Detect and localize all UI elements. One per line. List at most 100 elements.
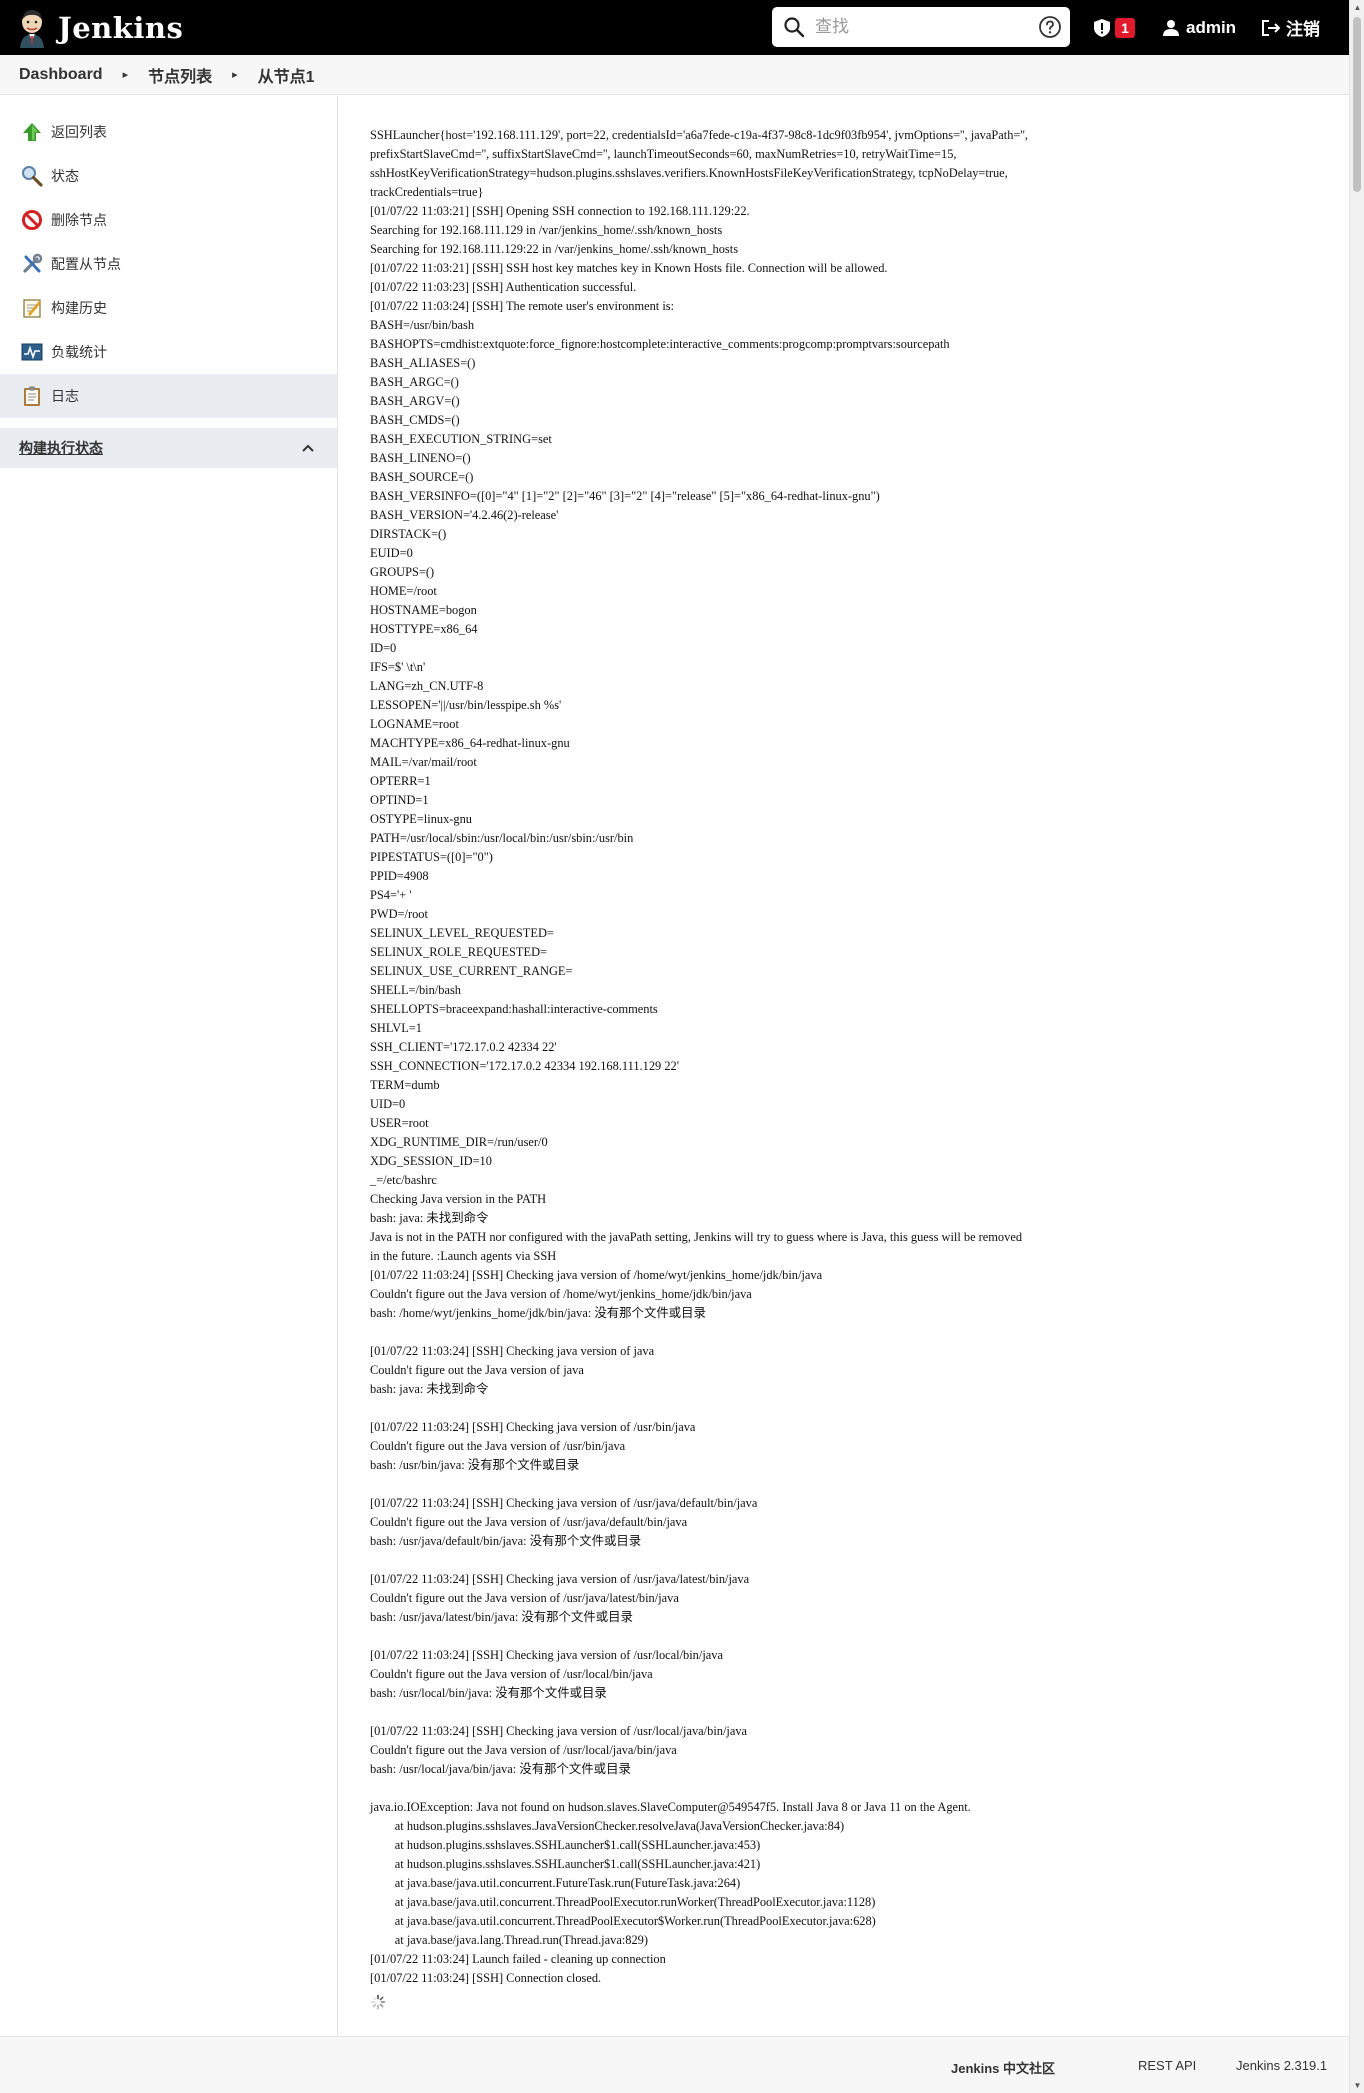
- console-line: TERM=dumb: [370, 1078, 440, 1092]
- search-input[interactable]: [815, 17, 1025, 37]
- console-line: IFS=$' \t\n': [370, 660, 426, 674]
- executor-status-pane-header[interactable]: 构建执行状态: [0, 428, 337, 468]
- sidebar-item-label: 日志: [51, 388, 79, 404]
- sidebar-item-status[interactable]: 状态: [0, 154, 337, 198]
- console-line: bash: /usr/java/latest/bin/java: 没有那个文件或…: [370, 1610, 633, 1624]
- console-line: UID=0: [370, 1097, 406, 1111]
- console-line: BASH_CMDS=(): [370, 413, 460, 427]
- console-line: SHELL=/bin/bash: [370, 983, 461, 997]
- console-line: Couldn't figure out the Java version of …: [370, 1287, 752, 1301]
- security-alerts-button[interactable]: 1: [1093, 0, 1135, 55]
- jenkins-logo[interactable]: Jenkins: [16, 8, 183, 48]
- console-line: [01/07/22 11:03:21] [SSH] Opening SSH co…: [370, 204, 750, 218]
- scroll-down-arrow-icon[interactable]: ▼: [1350, 2078, 1364, 2093]
- console-line: [01/07/22 11:03:23] [SSH] Authentication…: [370, 280, 637, 294]
- console-line: BASH_ALIASES=(): [370, 356, 476, 370]
- sidebar-task-list: 返回列表 状态 删除节点 配置从节点 构建历史 负载统计 日志: [0, 110, 337, 418]
- sidebar: 返回列表 状态 删除节点 配置从节点 构建历史 负载统计 日志 构建执行状态: [0, 96, 338, 2036]
- breadcrumb-current-node[interactable]: 从节点1: [258, 63, 315, 87]
- logout-label: 注销: [1286, 20, 1320, 39]
- chevron-right-icon: ▸: [232, 69, 238, 81]
- sidebar-item-configure-node[interactable]: 配置从节点: [0, 242, 337, 286]
- console-line: LOGNAME=root: [370, 717, 459, 731]
- console-line: Checking Java version in the PATH: [370, 1192, 547, 1206]
- page-footer: Jenkins 中文社区 REST API Jenkins 2.319.1: [0, 2036, 1349, 2093]
- logout-button[interactable]: 注销: [1261, 0, 1320, 55]
- magnifier-icon: [20, 164, 44, 188]
- console-line: PPID=4908: [370, 869, 429, 883]
- console-line: DIRSTACK=(): [370, 527, 447, 541]
- console-line: Searching for 192.168.111.129:22 in /var…: [370, 242, 739, 256]
- executor-status-title[interactable]: 构建执行状态: [19, 438, 103, 458]
- console-line: at java.base/java.util.concurrent.Thread…: [370, 1914, 876, 1928]
- console-line: prefixStartSlaveCmd='', suffixStartSlave…: [370, 147, 957, 161]
- username: admin: [1186, 17, 1237, 37]
- footer-version-link[interactable]: Jenkins 2.319.1: [1236, 2058, 1327, 2073]
- sidebar-item-load-statistics[interactable]: 负载统计: [0, 330, 337, 374]
- console-line: BASH_LINENO=(): [370, 451, 471, 465]
- console-line: Couldn't figure out the Java version of …: [370, 1667, 653, 1681]
- up-arrow-icon: [20, 120, 44, 144]
- console-line: [01/07/22 11:03:24] [SSH] Checking java …: [370, 1268, 823, 1282]
- console-line: at java.base/java.lang.Thread.run(Thread…: [370, 1933, 648, 1947]
- user-icon: [1163, 19, 1179, 36]
- console-line: BASH=/usr/bin/bash: [370, 318, 475, 332]
- console-line: bash: /usr/java/default/bin/java: 没有那个文件…: [370, 1534, 642, 1548]
- sidebar-item-back-to-list[interactable]: 返回列表: [0, 110, 337, 154]
- breadcrumb-node-list[interactable]: 节点列表: [148, 63, 212, 87]
- sidebar-item-build-history[interactable]: 构建历史: [0, 286, 337, 330]
- clipboard-icon: [20, 384, 44, 408]
- console-line: XDG_SESSION_ID=10: [370, 1154, 492, 1168]
- console-line: PATH=/usr/local/sbin:/usr/local/bin:/usr…: [370, 831, 634, 845]
- breadcrumb: Dashboard ▸ 节点列表 ▸ 从节点1: [0, 55, 1349, 95]
- scroll-up-arrow-icon[interactable]: ▲: [1350, 0, 1364, 15]
- loading-spinner-icon: [370, 1994, 386, 2010]
- tools-icon: [20, 252, 44, 276]
- console-line: LESSOPEN='||/usr/bin/lesspipe.sh %s': [370, 698, 562, 712]
- footer-community-link[interactable]: Jenkins 中文社区: [951, 2058, 1055, 2077]
- scrollbar-thumb[interactable]: [1353, 17, 1361, 192]
- chevron-up-icon[interactable]: [301, 443, 315, 453]
- console-line: in the future. :Launch agents via SSH: [370, 1249, 557, 1263]
- console-line: at hudson.plugins.sshslaves.SSHLauncher$…: [370, 1838, 761, 1852]
- console-line: ID=0: [370, 641, 397, 655]
- sidebar-item-log[interactable]: 日志: [0, 374, 337, 418]
- user-menu[interactable]: admin: [1162, 0, 1236, 55]
- console-line: java.io.IOException: Java not found on h…: [370, 1800, 971, 1814]
- console-line: at hudson.plugins.sshslaves.SSHLauncher$…: [370, 1857, 761, 1871]
- console-line: SELINUX_USE_CURRENT_RANGE=: [370, 964, 573, 978]
- top-header: Jenkins 1 admin 注销: [0, 0, 1349, 55]
- footer-rest-api-link[interactable]: REST API: [1138, 2058, 1196, 2073]
- console-line: BASH_ARGC=(): [370, 375, 459, 389]
- sidebar-item-delete-node[interactable]: 删除节点: [0, 198, 337, 242]
- sidebar-item-label: 删除节点: [51, 212, 107, 228]
- console-line: XDG_RUNTIME_DIR=/run/user/0: [370, 1135, 548, 1149]
- console-line: BASHOPTS=cmdhist:extquote:force_fignore:…: [370, 337, 950, 351]
- console-line: bash: java: 未找到命令: [370, 1382, 489, 1396]
- console-line: LANG=zh_CN.UTF-8: [370, 679, 484, 693]
- console-line: MAIL=/var/mail/root: [370, 755, 477, 769]
- console-line: [01/07/22 11:03:21] [SSH] SSH host key m…: [370, 261, 888, 275]
- console-line: PIPESTATUS=([0]="0"): [370, 850, 493, 864]
- console-line: bash: /usr/bin/java: 没有那个文件或目录: [370, 1458, 580, 1472]
- search-box[interactable]: [772, 7, 1070, 47]
- sidebar-item-label: 状态: [51, 168, 79, 184]
- console-line: [01/07/22 11:03:24] [SSH] Checking java …: [370, 1724, 748, 1738]
- chevron-right-icon: ▸: [122, 69, 129, 81]
- breadcrumb-dashboard[interactable]: Dashboard: [19, 66, 103, 84]
- console-line: sshHostKeyVerificationStrategy=hudson.pl…: [370, 166, 1008, 180]
- jenkins-butler-icon: [20, 9, 44, 48]
- console-line: SELINUX_ROLE_REQUESTED=: [370, 945, 548, 959]
- console-line: Java is not in the PATH nor configured w…: [370, 1230, 1023, 1244]
- console-line: bash: java: 未找到命令: [370, 1211, 489, 1225]
- page-scrollbar[interactable]: ▲ ▼: [1349, 0, 1364, 2093]
- logout-icon: [1262, 19, 1281, 36]
- main-panel: SSHLauncher{host='192.168.111.129', port…: [339, 96, 1349, 2036]
- console-line: SHLVL=1: [370, 1021, 422, 1035]
- help-icon[interactable]: [1038, 15, 1062, 39]
- console-line: SELINUX_LEVEL_REQUESTED=: [370, 926, 554, 940]
- console-line: Couldn't figure out the Java version of …: [370, 1743, 677, 1757]
- console-line: _=/etc/bashrc: [370, 1173, 437, 1187]
